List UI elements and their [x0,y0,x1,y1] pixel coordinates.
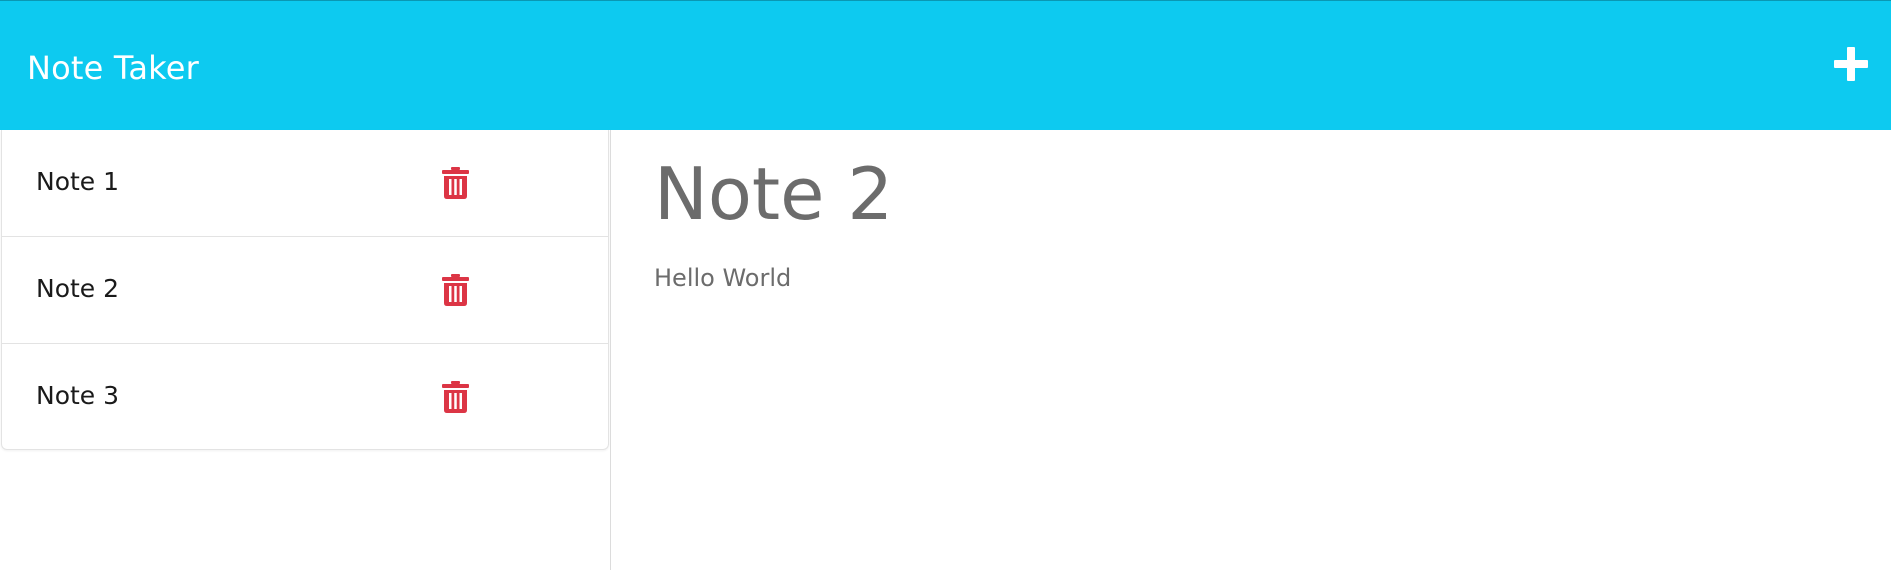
add-note-button[interactable] [1831,44,1871,84]
list-item[interactable]: Note 2 [2,237,608,344]
note-list-title: Note 1 [36,167,120,196]
list-item[interactable]: Note 3 [2,344,608,449]
note-title-field[interactable]: Note 2 [654,152,893,236]
note-list-title: Note 3 [36,381,120,410]
note-list-title: Note 2 [36,274,120,303]
delete-note-button[interactable] [442,167,469,199]
plus-icon [1834,47,1868,81]
delete-note-button[interactable] [442,381,469,413]
navbar: Note Taker [0,0,1891,130]
note-text-field[interactable]: Hello World [654,263,791,293]
app-title[interactable]: Note Taker [27,49,199,87]
delete-note-button[interactable] [442,274,469,306]
note-editor: Note 2 Hello World [611,130,1891,570]
trash-icon [442,381,469,413]
trash-icon [442,274,469,306]
trash-icon [442,167,469,199]
sidebar: Note 1 Note 2 Note 3 [0,130,611,570]
note-list: Note 1 Note 2 Note 3 [1,130,609,450]
list-item[interactable]: Note 1 [2,130,608,237]
